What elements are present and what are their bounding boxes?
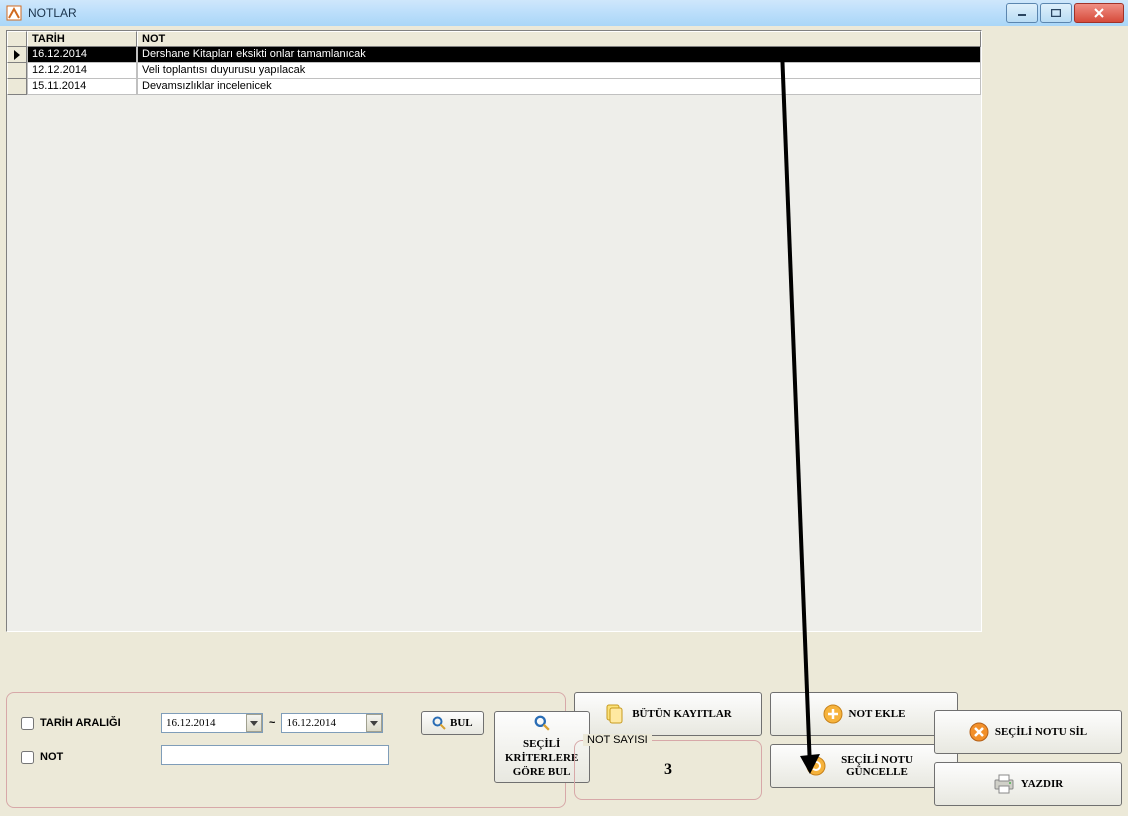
add-note-button[interactable]: NOT EKLE: [770, 692, 958, 736]
print-label: YAZDIR: [1021, 778, 1063, 790]
window-maximize-button[interactable]: [1040, 3, 1072, 23]
window-controls: [1006, 3, 1124, 23]
search-icon: [432, 716, 446, 730]
tarih-checkbox[interactable]: [21, 717, 34, 730]
cell-tarih[interactable]: 12.12.2014: [27, 63, 137, 79]
print-button[interactable]: YAZDIR: [934, 762, 1122, 806]
cell-tarih[interactable]: 16.12.2014: [27, 47, 137, 63]
delete-note-label: SEÇİLİ NOTU SİL: [995, 726, 1087, 738]
client-area: TARİH NOT 16.12.2014Dershane Kitapları e…: [0, 26, 1128, 816]
add-note-label: NOT EKLE: [849, 708, 906, 720]
tarih-label-text: TARİH ARALIĞI: [40, 717, 121, 729]
grid-header: TARİH NOT: [7, 31, 981, 47]
tarih-checkbox-label: TARİH ARALIĞI: [17, 711, 161, 735]
delete-note-button[interactable]: SEÇİLİ NOTU SİL: [934, 710, 1122, 754]
all-records-label: BÜTÜN KAYITLAR: [632, 708, 732, 720]
add-icon: [823, 704, 843, 724]
row-indicator: [7, 47, 27, 63]
row-indicator: [7, 79, 27, 95]
app-icon: [6, 5, 22, 21]
window-close-button[interactable]: [1074, 3, 1124, 23]
row-indicator: [7, 63, 27, 79]
not-label-text: NOT: [40, 751, 63, 763]
find-button[interactable]: BUL: [421, 711, 484, 735]
table-row[interactable]: 12.12.2014Veli toplantısı duyurusu yapıl…: [7, 63, 981, 79]
note-count-value: 3: [585, 761, 751, 779]
not-checkbox[interactable]: [21, 751, 34, 764]
note-count-label: NOT SAYISI: [583, 734, 652, 746]
notes-grid[interactable]: TARİH NOT 16.12.2014Dershane Kitapları e…: [6, 30, 982, 632]
delete-icon: [969, 722, 989, 742]
find-button-label: BUL: [450, 717, 473, 729]
cell-not[interactable]: Devamsızlıklar incelenicek: [137, 79, 981, 95]
date-range-separator: ~: [269, 717, 275, 729]
window-title: NOTLAR: [28, 6, 1006, 20]
grid-corner: [7, 31, 27, 47]
refresh-icon: [806, 756, 826, 776]
cell-not[interactable]: Veli toplantısı duyurusu yapılacak: [137, 63, 981, 79]
documents-icon: [604, 703, 626, 725]
col-header-not[interactable]: NOT: [137, 31, 981, 47]
search-icon: [534, 715, 550, 731]
window-titlebar: NOTLAR: [0, 0, 1128, 27]
cell-not[interactable]: Dershane Kitapları eksikti onlar tamamla…: [137, 47, 981, 63]
date-to-dropdown[interactable]: [366, 714, 382, 732]
not-checkbox-label: NOT: [17, 745, 161, 769]
note-count-panel: NOT SAYISI 3: [574, 740, 762, 800]
printer-icon: [993, 774, 1015, 794]
filter-panel: TARİH ARALIĞI NOT ~: [6, 692, 566, 808]
table-row[interactable]: 15.11.2014Devamsızlıklar incelenicek: [7, 79, 981, 95]
update-note-button[interactable]: SEÇİLİ NOTU GÜNCELLE: [770, 744, 958, 788]
date-from-dropdown[interactable]: [246, 714, 262, 732]
col-header-tarih[interactable]: TARİH: [27, 31, 137, 47]
window-minimize-button[interactable]: [1006, 3, 1038, 23]
update-note-label: SEÇİLİ NOTU GÜNCELLE: [832, 754, 922, 778]
cell-tarih[interactable]: 15.11.2014: [27, 79, 137, 95]
grid-body: 16.12.2014Dershane Kitapları eksikti onl…: [7, 47, 981, 95]
all-records-button[interactable]: BÜTÜN KAYITLAR: [574, 692, 762, 736]
table-row[interactable]: 16.12.2014Dershane Kitapları eksikti onl…: [7, 47, 981, 63]
find-by-criteria-label: SEÇİLİ KRİTERLERE GÖRE BUL: [502, 737, 582, 779]
note-filter-input[interactable]: [161, 745, 389, 765]
